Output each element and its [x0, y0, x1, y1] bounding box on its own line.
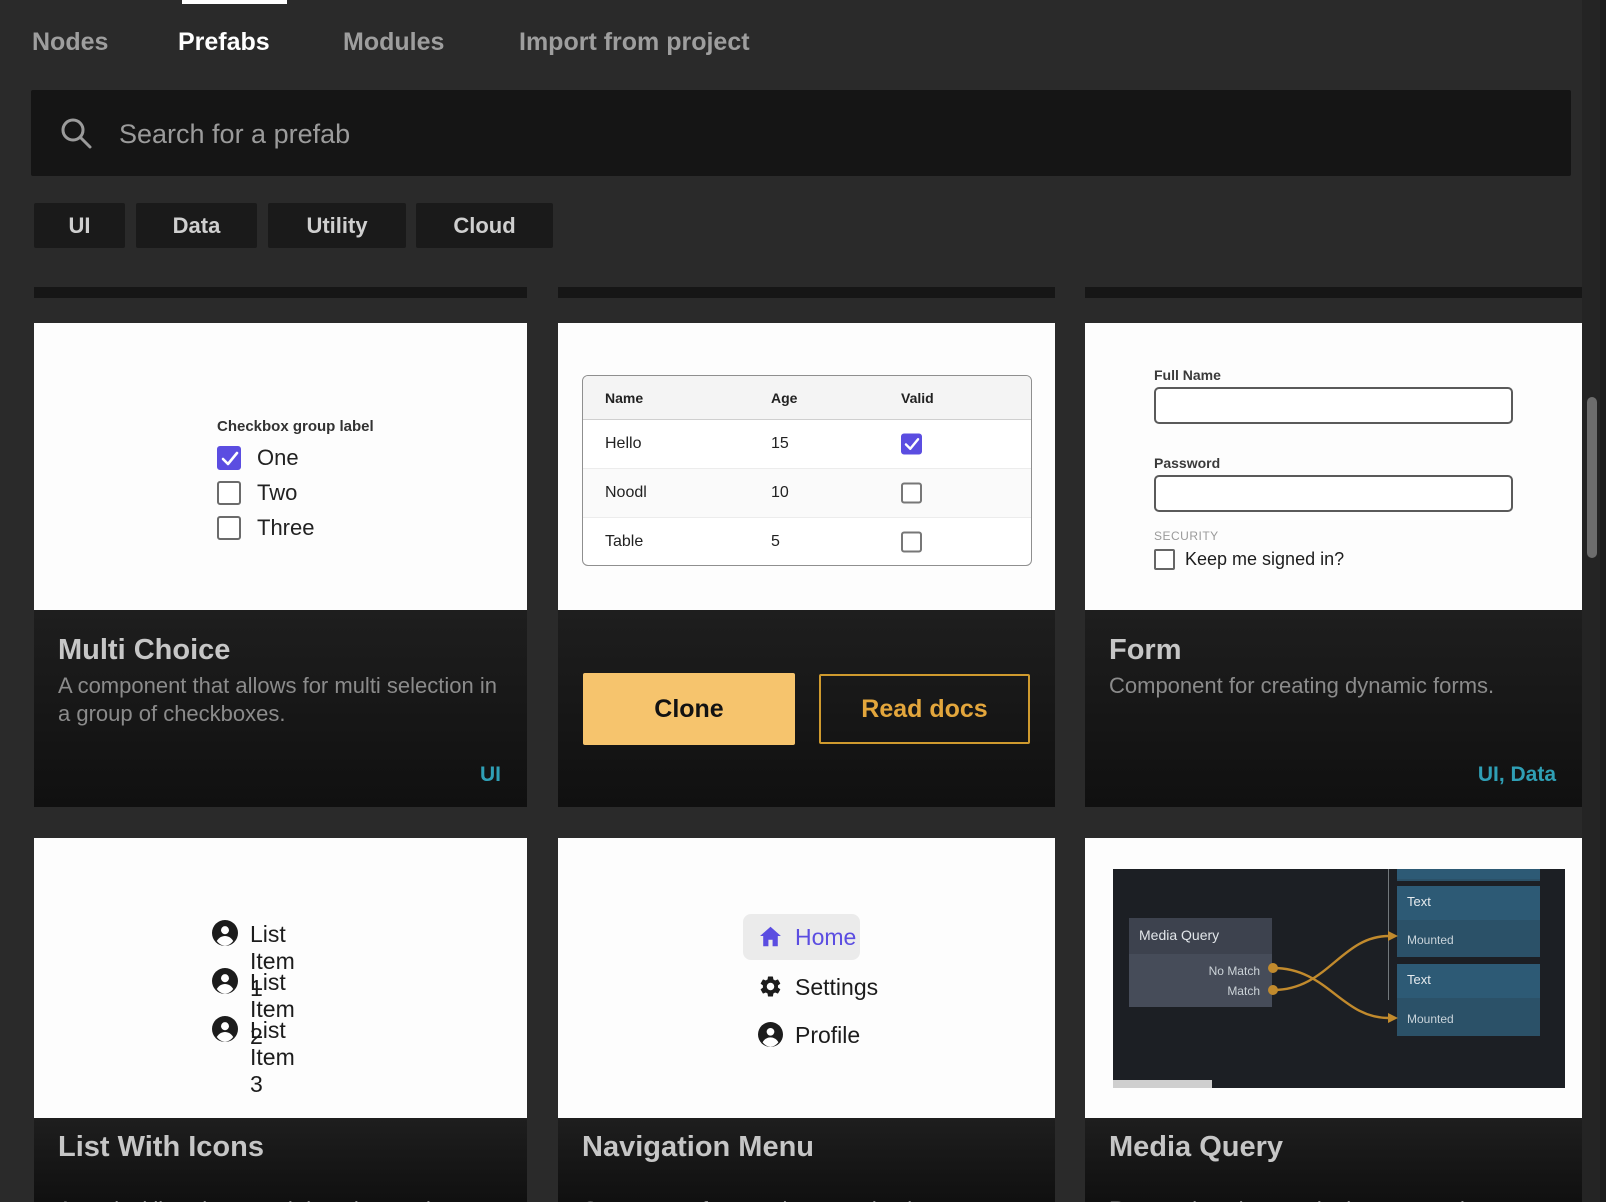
home-icon — [758, 924, 783, 949]
prefab-search-bar — [31, 90, 1571, 176]
prefab-card-multi-choice[interactable]: Checkbox group label One Two Three Multi… — [34, 323, 527, 807]
list-with-icons-preview: List Item 1 List Item 2 List Item 3 — [34, 838, 527, 1118]
table-row: Noodl 10 — [583, 469, 1031, 518]
keep-signed-in-label: Keep me signed in? — [1185, 549, 1344, 570]
connection-wires — [1113, 869, 1565, 1088]
navigation-menu-preview: Home Settings Profile — [558, 838, 1055, 1118]
media-query-preview: Media Query No Match Match Text Mounted … — [1085, 838, 1582, 1118]
card-title: List With Icons — [58, 1131, 264, 1164]
card-tag: UI — [480, 763, 501, 787]
card-title: Multi Choice — [58, 634, 230, 667]
prefab-card-list-with-icons[interactable]: List Item 1 List Item 2 List Item 3 List… — [34, 838, 527, 1202]
prefab-card-form[interactable]: Full Name Password SECURITY Keep me sign… — [1085, 323, 1582, 807]
checkbox-unchecked — [901, 532, 922, 553]
search-icon — [59, 116, 93, 150]
clone-button[interactable]: Clone — [583, 673, 795, 745]
table-row: Table 5 — [583, 518, 1031, 566]
person-icon — [212, 1016, 238, 1042]
checkbox-unchecked — [1154, 549, 1175, 570]
table-header-age: Age — [771, 390, 797, 406]
table-preview: Name Age Valid Hello 15 Noodl 10 — [558, 323, 1055, 610]
full-name-label: Full Name — [1154, 367, 1221, 383]
tab-modules[interactable]: Modules — [343, 28, 444, 57]
prefab-card-media-query[interactable]: Media Query No Match Match Text Mounted … — [1085, 838, 1582, 1202]
card-title: Form — [1109, 634, 1182, 667]
person-icon — [212, 968, 238, 994]
multi-choice-preview: Checkbox group label One Two Three — [34, 323, 527, 610]
previous-card-bottom — [34, 287, 527, 298]
checkbox-unchecked — [217, 516, 241, 540]
person-icon — [212, 920, 238, 946]
checkbox-checked — [901, 434, 922, 455]
prefab-picker-panel: Nodes Prefabs Modules Import from projec… — [0, 0, 1606, 1202]
prefab-card-table[interactable]: Name Age Valid Hello 15 Noodl 10 — [558, 323, 1055, 807]
filter-ui-button[interactable]: UI — [34, 203, 125, 248]
top-tab-bar: Nodes Prefabs Modules Import from projec… — [0, 0, 1606, 70]
previous-card-bottom — [1085, 287, 1582, 298]
panel-right-edge — [1600, 0, 1606, 1202]
preview-table: Name Age Valid Hello 15 Noodl 10 — [582, 375, 1032, 566]
form-preview: Full Name Password SECURITY Keep me sign… — [1085, 323, 1582, 610]
card-description: A component that allows for multi select… — [58, 672, 503, 728]
card-description-clipped: Respond to changes in the screen size. — [1109, 1196, 1558, 1202]
checkbox-option-label: One — [257, 445, 299, 471]
card-title: Media Query — [1109, 1131, 1283, 1164]
table-row: Hello 15 — [583, 420, 1031, 469]
card-tag: UI, Data — [1478, 763, 1556, 787]
prefab-card-navigation-menu[interactable]: Home Settings Profile Navigation Menu Co… — [558, 838, 1055, 1202]
checkbox-unchecked — [217, 481, 241, 505]
gear-icon — [758, 974, 783, 999]
previous-card-bottom — [558, 287, 1055, 298]
table-header-valid: Valid — [901, 390, 934, 406]
card-title: Navigation Menu — [582, 1131, 814, 1164]
checkbox-option-label: Three — [257, 515, 314, 541]
table-header-name: Name — [605, 390, 643, 406]
search-input[interactable] — [117, 90, 1501, 178]
node-graph-screenshot: Media Query No Match Match Text Mounted … — [1113, 869, 1565, 1088]
read-docs-button[interactable]: Read docs — [819, 674, 1030, 744]
security-section-label: SECURITY — [1154, 529, 1219, 543]
filter-utility-button[interactable]: Utility — [268, 203, 406, 248]
filter-cloud-button[interactable]: Cloud — [416, 203, 553, 248]
card-description: Component for creating dynamic forms. — [1109, 672, 1558, 700]
scrollbar-thumb[interactable] — [1587, 397, 1597, 558]
checkbox-checked — [217, 446, 241, 470]
card-description-clipped: Component for creating a navigation menu… — [582, 1196, 1031, 1202]
password-label: Password — [1154, 455, 1220, 471]
checkbox-group-label: Checkbox group label — [217, 418, 374, 435]
tab-prefabs[interactable]: Prefabs — [178, 28, 270, 57]
card-description-clipped: A vertical list where each item has an i… — [58, 1196, 503, 1202]
tab-nodes[interactable]: Nodes — [32, 28, 108, 57]
filter-data-button[interactable]: Data — [136, 203, 257, 248]
person-icon — [758, 1022, 783, 1047]
tab-import-from-project[interactable]: Import from project — [519, 28, 750, 57]
checkbox-option-label: Two — [257, 480, 297, 506]
active-tab-indicator — [182, 0, 287, 4]
checkbox-unchecked — [901, 483, 922, 504]
full-name-field — [1154, 387, 1513, 424]
password-field — [1154, 475, 1513, 512]
